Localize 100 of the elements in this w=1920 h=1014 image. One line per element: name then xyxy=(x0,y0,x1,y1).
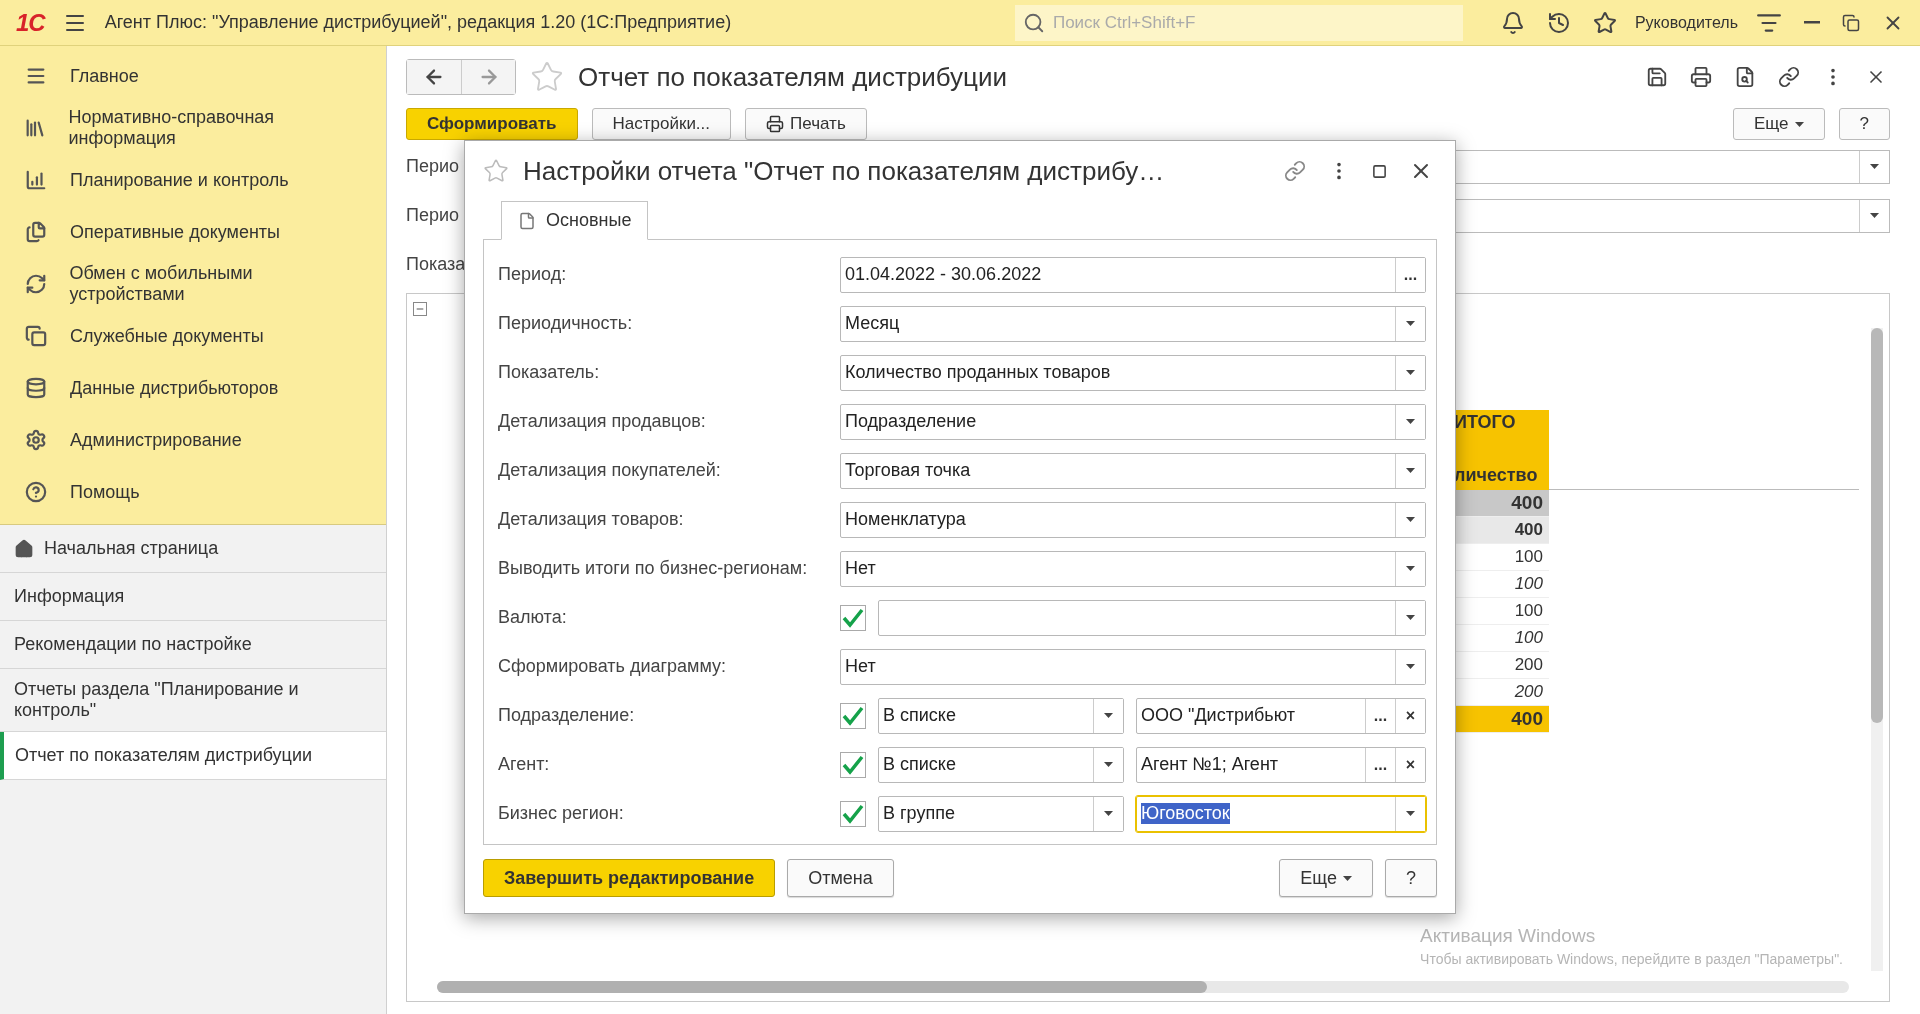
clear-button[interactable]: × xyxy=(1395,698,1425,733)
copy-icon xyxy=(25,325,47,347)
dropdown-button[interactable] xyxy=(1395,649,1425,684)
back-button[interactable] xyxy=(407,60,461,94)
open-window-item[interactable]: Отчет по показателям дистрибуции xyxy=(0,732,386,780)
section-item[interactable]: Обмен с мобильными устройствами xyxy=(0,258,386,310)
checkbox[interactable] xyxy=(840,751,866,778)
logo: 1С xyxy=(16,8,45,37)
more-button[interactable]: Еще xyxy=(1732,108,1825,140)
dropdown-button[interactable] xyxy=(1093,796,1123,831)
dropdown-button[interactable] xyxy=(1395,600,1425,635)
section-item[interactable]: Помощь xyxy=(0,466,386,518)
check-icon xyxy=(842,803,864,824)
section-item[interactable]: Планирование и контроль xyxy=(0,154,386,206)
clear-button[interactable]: × xyxy=(1395,747,1425,782)
caret-icon xyxy=(1406,566,1415,571)
dropdown-button[interactable] xyxy=(1395,796,1425,831)
help-icon xyxy=(25,481,47,503)
value-field[interactable]: Юговосток xyxy=(1136,795,1426,832)
section-item[interactable]: Администрирование xyxy=(0,414,386,466)
parameter-label: Перио xyxy=(406,156,461,177)
cancel-button[interactable]: Отмена xyxy=(787,859,894,897)
checkbox[interactable] xyxy=(840,604,866,631)
dropdown-button[interactable] xyxy=(1395,502,1425,537)
documents-icon xyxy=(25,221,47,243)
caret-icon xyxy=(1406,517,1415,522)
dropdown-button[interactable] xyxy=(1093,698,1123,733)
parameter-label: Показа xyxy=(406,254,467,275)
section-item[interactable]: Оперативные документы xyxy=(0,206,386,258)
field-label: Агент: xyxy=(498,754,551,775)
table-cell: 400 xyxy=(1454,517,1549,544)
section-item[interactable]: Служебные документы xyxy=(0,310,386,362)
printer-icon xyxy=(766,115,785,133)
caret-icon xyxy=(1794,121,1804,127)
finish-button[interactable]: Завершить редактирование xyxy=(483,859,776,897)
vertical-scrollbar[interactable] xyxy=(1871,328,1883,971)
condition-field[interactable]: В списке xyxy=(878,746,1124,783)
caret-icon xyxy=(1343,875,1352,881)
favorite-star-icon[interactable] xyxy=(483,158,509,184)
dialog-title: Настройки отчета "Отчет по показателям дистрибу… xyxy=(523,155,1166,187)
select-field[interactable]: Нет xyxy=(840,550,1426,587)
caret-icon xyxy=(1870,164,1879,169)
activation-title: Активация Windows xyxy=(1420,925,1597,947)
select-field[interactable]: Количество проданных товаров xyxy=(840,354,1426,391)
user-name[interactable]: Руководитель xyxy=(1634,13,1738,32)
select-field[interactable]: Торговая точка xyxy=(840,452,1426,489)
select-field[interactable] xyxy=(878,599,1426,636)
search-field[interactable]: Поиск Ctrl+Shift+F xyxy=(1050,11,1455,34)
value-field[interactable]: ООО "Дистрибьют ... × xyxy=(1136,697,1426,734)
parameter-label: Перио xyxy=(406,205,461,226)
settings-button[interactable]: Настройки... xyxy=(591,108,732,140)
checkbox[interactable] xyxy=(840,702,866,729)
dropdown-button[interactable] xyxy=(1395,404,1425,439)
print-button[interactable]: Печать xyxy=(745,108,867,140)
refresh-icon xyxy=(24,273,47,295)
field-label: Периодичность: xyxy=(498,313,634,334)
collapse-icon[interactable] xyxy=(413,302,427,316)
help-button[interactable]: ? xyxy=(1385,859,1437,897)
caret-icon xyxy=(1104,762,1113,767)
field-label: Детализация товаров: xyxy=(498,509,685,530)
caret-icon xyxy=(1406,370,1415,375)
caret-icon xyxy=(1406,419,1415,424)
field-label: Период: xyxy=(498,264,568,285)
period-field[interactable]: 01.04.2022 - 30.06.2022 ... xyxy=(840,256,1426,293)
checkbox[interactable] xyxy=(840,800,866,827)
dropdown-button[interactable] xyxy=(1093,747,1123,782)
more-button[interactable]: Еще xyxy=(1279,859,1373,897)
field-label: Выводить итоги по бизнес-регионам: xyxy=(498,558,809,579)
field-label: Детализация покупателей: xyxy=(498,460,722,481)
check-icon xyxy=(842,754,864,775)
select-field[interactable]: Подразделение xyxy=(840,403,1426,440)
condition-field[interactable]: В списке xyxy=(878,697,1124,734)
app-title: Агент Плюс: "Управление дистрибуцией", редакция 1.20 (1С:Предприятие) xyxy=(104,12,733,33)
caret-icon xyxy=(1104,811,1113,816)
section-item[interactable]: Нормативно-справочная информация xyxy=(0,102,386,154)
horizontal-scrollbar[interactable] xyxy=(437,981,1849,993)
search-box[interactable]: Поиск Ctrl+Shift+F xyxy=(1014,4,1463,41)
caret-icon xyxy=(1406,664,1415,669)
help-button[interactable]: ? xyxy=(1838,108,1890,140)
dropdown-button[interactable] xyxy=(1395,306,1425,341)
select-field[interactable]: Нет xyxy=(840,648,1426,685)
dropdown-button[interactable] xyxy=(1395,551,1425,586)
condition-field[interactable]: В группе xyxy=(878,795,1124,832)
caret-icon xyxy=(1406,811,1415,816)
generate-button[interactable]: Сформировать xyxy=(406,108,578,140)
section-item[interactable]: Данные дистрибьюторов xyxy=(0,362,386,414)
select-field[interactable]: Месяц xyxy=(840,305,1426,342)
caret-icon xyxy=(1406,468,1415,473)
section-item[interactable]: Главное xyxy=(0,50,386,102)
activation-text: Чтобы активировать Windows, перейдите в раздел "Параметры". xyxy=(1420,951,1843,967)
dropdown-button[interactable] xyxy=(1395,453,1425,488)
tab[interactable]: Основные xyxy=(501,201,649,240)
check-icon xyxy=(842,607,864,628)
favorite-star-icon[interactable] xyxy=(530,60,564,94)
value-field[interactable]: Агент №1; Агент ... × xyxy=(1136,746,1426,783)
choose-button[interactable]: ... xyxy=(1395,257,1425,292)
dropdown-button[interactable] xyxy=(1395,355,1425,390)
field-label: Валюта: xyxy=(498,607,568,628)
caret-icon xyxy=(1406,615,1415,620)
select-field[interactable]: Номенклатура xyxy=(840,501,1426,538)
